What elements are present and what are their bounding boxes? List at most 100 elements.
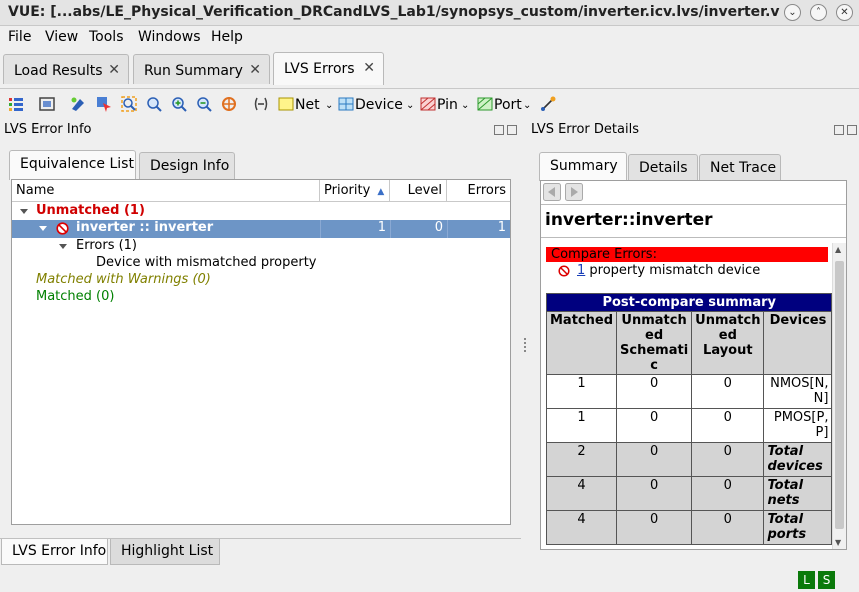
close-icon[interactable]: ✕ [108,62,120,78]
tree-node-errors[interactable]: Errors (1) [12,238,510,255]
splitter-handle[interactable] [524,338,526,352]
highlight-icon[interactable] [69,95,87,113]
forward-icon[interactable] [565,183,583,201]
scrollbar-thumb[interactable] [835,261,844,529]
matched-warnings-label: Matched with Warnings (0) [36,272,211,287]
column-name[interactable]: Name [12,180,320,202]
menu-tools[interactable]: Tools [89,29,124,45]
matched-label: Matched (0) [36,289,115,304]
back-icon[interactable] [543,183,561,201]
error-item-label: Device with mismatched property [96,255,317,270]
select-icon[interactable] [95,95,113,113]
vertical-scrollbar[interactable]: ▲ ▼ [832,243,846,549]
tab-details[interactable]: Details [628,154,698,182]
menu-help[interactable]: Help [211,29,243,45]
error-icon [56,222,69,235]
menu-view[interactable]: View [45,29,78,45]
tree-node-error-item[interactable]: Device with mismatched property [12,255,510,272]
zoom-in-icon[interactable] [170,95,188,113]
close-icon[interactable] [847,125,857,135]
float-icon[interactable] [494,125,504,135]
close-icon[interactable]: ✕ [249,62,261,78]
minimize-button[interactable]: ⌄ [784,4,801,21]
window-titlebar: VUE: [...abs/LE_Physical_Verification_DR… [0,0,859,26]
cell-device: NMOS[N, N] [763,374,833,409]
cell-device: Total ports [763,510,833,545]
clear-highlight-icon[interactable] [252,95,270,113]
cell-schematic: 0 [616,476,693,511]
chevron-down-icon[interactable]: ⌄ [406,100,414,111]
cell-device: Total devices [763,442,833,477]
zoom-out-icon[interactable] [195,95,213,113]
cell-view-icon[interactable] [38,95,56,113]
tab-highlight-list[interactable]: Highlight List [110,539,220,565]
cell-device: PMOS[P, P] [763,408,833,443]
column-unmatched-layout: Unmatch ed Layout [691,311,765,375]
cell-title: inverter::inverter [545,210,713,230]
tab-design-info[interactable]: Design Info [139,152,235,180]
pin-label[interactable]: Pin [437,97,458,113]
tree-node-unmatched[interactable]: Unmatched (1) [12,203,510,220]
column-errors[interactable]: Errors [447,180,510,202]
inverter-errors: 1 [447,220,510,238]
cell-layout: 0 [691,442,765,477]
table-row: 1 0 0 NMOS[N, N] [545,374,833,409]
tab-lvs-errors[interactable]: LVS Errors ✕ [273,52,384,85]
float-icon[interactable] [834,125,844,135]
unmatched-label: Unmatched (1) [36,203,145,218]
chevron-down-icon[interactable]: ⌄ [325,100,333,111]
net-icon[interactable] [277,95,295,113]
zoom-icon[interactable] [145,95,163,113]
device-label[interactable]: Device [355,97,403,113]
column-priority[interactable]: Priority ▲ [320,180,390,202]
error-icon [558,265,570,277]
table-row: 4 0 0 Total ports [545,510,833,545]
tab-lvs-error-info[interactable]: LVS Error Info [1,539,108,565]
probe-icon[interactable] [539,95,557,113]
cell-matched: 2 [545,442,618,477]
tree-node-inverter[interactable]: inverter :: inverter 1 0 1 [12,220,510,238]
cell-schematic: 0 [616,510,693,545]
tree-node-matched-warnings[interactable]: Matched with Warnings (0) [12,272,510,289]
menu-file[interactable]: File [8,29,31,45]
close-icon[interactable]: ✕ [363,60,375,76]
status-badge-s: S [818,571,835,589]
scroll-up-icon[interactable]: ▲ [835,245,841,254]
port-label[interactable]: Port [494,97,522,113]
tab-summary[interactable]: Summary [539,152,627,181]
error-summary-line: 1 property mismatch device [577,263,760,278]
tab-equivalence-list[interactable]: Equivalence List [9,150,136,180]
scroll-down-icon[interactable]: ▼ [835,538,841,547]
chevron-down-icon[interactable]: ⌄ [461,100,469,111]
pin-icon[interactable] [419,95,437,113]
cell-matched: 1 [545,374,618,409]
compare-errors-banner: Compare Errors: [546,247,828,262]
toolbar: Net ⌄ Device ⌄ Pin ⌄ Port ⌄ [0,88,859,118]
tab-load-results[interactable]: Load Results ✕ [3,54,129,84]
equivalence-tree: Name Priority ▲ Level Errors Unmatched (… [11,179,511,525]
cell-layout: 0 [691,510,765,545]
maximize-button[interactable]: ˄ [810,4,827,21]
chevron-down-icon[interactable]: ⌄ [523,100,531,111]
divider [541,237,846,238]
tree-node-matched[interactable]: Matched (0) [12,289,510,306]
device-icon[interactable] [337,95,355,113]
cell-schematic: 0 [616,408,693,443]
menu-windows[interactable]: Windows [138,29,201,45]
zoom-fit-icon[interactable] [120,95,138,113]
tab-run-summary[interactable]: Run Summary ✕ [133,54,270,84]
table-row: 4 0 0 Total nets [545,476,833,511]
net-label[interactable]: Net [295,97,320,113]
errors-label: Errors (1) [76,238,138,253]
close-icon[interactable] [507,125,517,135]
post-compare-summary-table: Post-compare summary Matched Unmatch ed … [545,293,833,545]
expand-icon[interactable] [59,244,67,249]
column-level[interactable]: Level [390,180,447,202]
close-button[interactable]: ✕ [836,4,853,21]
list-icon[interactable] [7,95,25,113]
target-icon[interactable] [220,95,238,113]
tab-net-trace[interactable]: Net Trace [699,154,781,182]
port-icon[interactable] [476,95,494,113]
expand-icon[interactable] [20,209,28,214]
expand-icon[interactable] [39,226,47,231]
